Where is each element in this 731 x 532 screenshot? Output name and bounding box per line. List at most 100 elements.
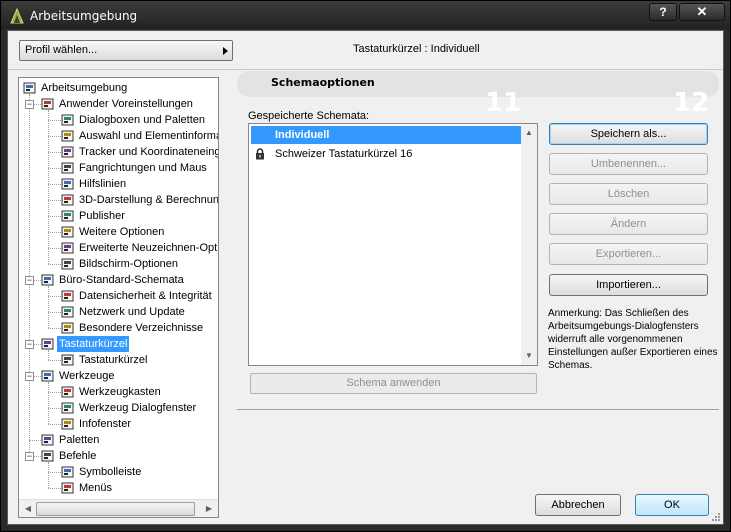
tree-item-label: Publisher <box>79 210 125 222</box>
3d-icon <box>61 194 74 206</box>
tree-connector <box>48 328 61 329</box>
menus-icon <box>61 482 74 494</box>
list-item[interactable]: Individuell <box>249 124 523 146</box>
scroll-down-icon[interactable]: ▼ <box>521 348 537 364</box>
modify-button[interactable]: Ändern <box>549 213 708 235</box>
tree-item-label: Erweiterte Neuzeichnen-Opt <box>79 242 218 254</box>
tree-connector <box>48 296 61 297</box>
arrow-right-icon <box>223 47 228 55</box>
screen-icon <box>61 258 74 270</box>
tree-connector <box>29 440 41 441</box>
tree-connector <box>48 472 61 473</box>
tree-item-label: Besondere Verzeichnisse <box>79 322 204 334</box>
rename-button[interactable]: Umbenennen... <box>549 153 708 175</box>
annotation-marker-12: 12 <box>673 88 710 118</box>
tree-connector <box>48 350 49 360</box>
tree-item-label: Auswahl und Elementinforma <box>79 130 218 142</box>
section-title: Schemaoptionen <box>271 76 375 89</box>
export-button[interactable]: Exportieren... <box>549 243 708 265</box>
close-button[interactable]: ✕ <box>679 3 725 21</box>
tree-connector <box>48 382 49 424</box>
workspace-dialog: Arbeitsumgebung ? ✕ Profil wählen... Tas… <box>0 0 731 532</box>
scheme-label: Schweizer Tastaturkürzel 16 <box>275 148 413 160</box>
current-profile-label: Tastaturkürzel : Individuell <box>353 43 480 55</box>
tree-connector <box>48 488 61 489</box>
note-text: Anmerkung: Das Schließen des Arbeitsumge… <box>548 308 718 371</box>
tree-connector <box>48 184 61 185</box>
selection-icon <box>61 130 74 142</box>
info-box-icon <box>61 418 74 430</box>
tree-item-label: Dialogboxen und Paletten <box>79 114 205 126</box>
guidelines-icon <box>61 178 74 190</box>
dialog-body: Profil wählen... Tastaturkürzel : Indivi… <box>7 30 724 525</box>
tree-connector <box>48 200 61 201</box>
tree-connector <box>48 424 61 425</box>
window-title: Arbeitsumgebung <box>30 9 138 23</box>
scroll-thumb[interactable] <box>36 502 195 516</box>
scroll-up-icon[interactable]: ▲ <box>521 125 537 141</box>
user-settings-icon <box>41 98 54 110</box>
tree-expander-icon[interactable]: − <box>25 452 34 461</box>
import-button[interactable]: Importieren... <box>549 274 708 296</box>
profile-select-button[interactable]: Profil wählen... <box>19 40 233 61</box>
cancel-button[interactable]: Abbrechen <box>535 494 621 516</box>
apply-scheme-button[interactable]: Schema anwenden <box>250 373 537 394</box>
settings-tree[interactable]: Arbeitsumgebung − Anwender Voreinstellunge… <box>18 77 219 518</box>
section-header: Schemaoptionen <box>237 71 719 97</box>
tree-connector <box>48 462 49 488</box>
save-as-button[interactable]: Speichern als... <box>549 123 708 145</box>
dialog-palettes-icon <box>61 114 74 126</box>
tree-expander-icon[interactable]: − <box>25 340 34 349</box>
schemes-list[interactable]: Individuell Schweizer Tastaturkürzel 16 … <box>248 123 538 366</box>
more-options-icon <box>61 226 74 238</box>
tree-viewport: Arbeitsumgebung − Anwender Voreinstellunge… <box>19 78 218 499</box>
tree-item-label: Paletten <box>59 434 100 446</box>
list-item[interactable]: Schweizer Tastaturkürzel 16 <box>251 145 521 163</box>
scroll-right-icon[interactable]: ▶ <box>201 501 217 517</box>
divider <box>8 69 723 70</box>
tree-expander-icon[interactable]: − <box>25 100 34 109</box>
tree-item-label: Werkzeug Dialogfenster <box>79 402 197 414</box>
tree-item-label: Tastaturkürzel <box>54 334 132 354</box>
tree-connector <box>48 232 61 233</box>
palettes-icon <box>41 434 54 446</box>
scheme-label: Individuell <box>275 129 330 141</box>
shortcuts-icon <box>41 338 54 350</box>
tree-connector <box>48 216 61 217</box>
tree-connector <box>48 110 49 264</box>
resize-grip-icon[interactable] <box>711 512 721 522</box>
commands-icon <box>41 450 54 462</box>
scroll-left-icon[interactable]: ◀ <box>20 501 36 517</box>
delete-button[interactable]: Löschen <box>549 183 708 205</box>
horizontal-scrollbar[interactable]: ◀ ▶ <box>19 499 218 517</box>
tree-connector <box>48 392 61 393</box>
saved-schemes-label: Gespeicherte Schemata: <box>248 110 370 122</box>
vertical-scrollbar[interactable]: ▲ ▼ <box>521 124 537 365</box>
tree-item-label: Arbeitsumgebung <box>41 82 128 94</box>
annotation-marker-11: 11 <box>485 88 522 118</box>
divider <box>237 409 719 410</box>
tree-item-label: Hilfslinien <box>79 178 127 190</box>
tree-item-label: Infofenster <box>79 418 131 430</box>
tree-connector <box>48 248 61 249</box>
folders-icon <box>61 322 74 334</box>
tree-item-label: Fangrichtungen und Maus <box>79 162 207 174</box>
tools-icon <box>41 370 54 382</box>
mouse-icon <box>61 162 74 174</box>
help-button[interactable]: ? <box>649 3 677 21</box>
tree-connector <box>48 360 61 361</box>
title-bar[interactable]: Arbeitsumgebung ? ✕ <box>1 1 730 29</box>
tree-expander-icon[interactable]: − <box>25 372 34 381</box>
tree-connector <box>48 312 61 313</box>
toolbar-icon <box>61 466 74 478</box>
publisher-icon <box>61 210 74 222</box>
tree-connector <box>48 120 61 121</box>
lock-icon <box>256 148 264 160</box>
tool-dialog-icon <box>61 402 74 414</box>
shortcut-item-icon <box>61 354 74 366</box>
tree-expander-icon[interactable]: − <box>25 276 34 285</box>
archicad-logo-icon <box>10 8 24 24</box>
tree-item-label: Werkzeugkasten <box>79 386 161 398</box>
tree-item-label: Weitere Optionen <box>79 226 165 238</box>
ok-button[interactable]: OK <box>635 494 709 516</box>
